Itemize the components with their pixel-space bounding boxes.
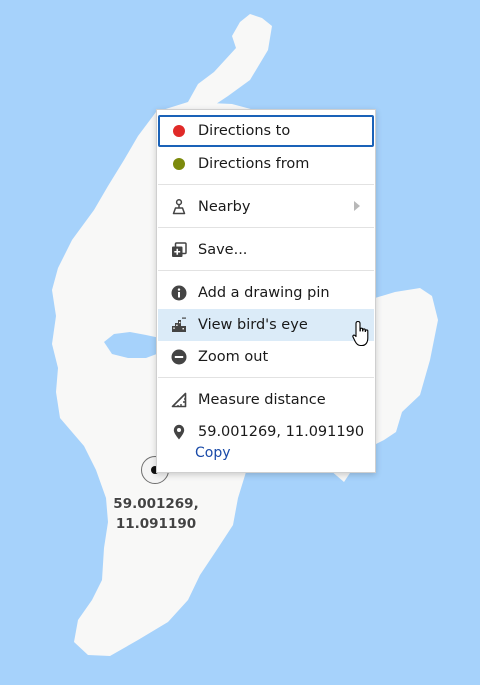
menu-divider <box>158 227 374 228</box>
menu-item-zoom-out[interactable]: Zoom out <box>158 341 374 373</box>
minus-circle-icon <box>171 349 187 365</box>
ruler-icon <box>171 392 187 408</box>
menu-item-view-birds-eye[interactable]: View bird's eye <box>158 309 374 341</box>
red-dot-icon <box>171 123 187 139</box>
add-collection-icon <box>171 242 187 258</box>
menu-item-label: Zoom out <box>198 349 269 365</box>
menu-item-directions-from[interactable]: Directions from <box>158 148 374 180</box>
menu-item-add-drawing-pin[interactable]: Add a drawing pin <box>158 277 374 309</box>
pin-coordinates-label: 59.001269, 11.091190 <box>100 494 212 534</box>
menu-item-label: Directions to <box>198 123 291 139</box>
menu-item-label: View bird's eye <box>198 317 308 333</box>
menu-item-nearby[interactable]: Nearby <box>158 191 374 223</box>
menu-item-label: Add a drawing pin <box>198 285 330 301</box>
pin-label-lon: 11.091190 <box>115 516 197 532</box>
hand-cursor-icon <box>352 320 369 347</box>
menu-item-coordinates: 59.001269, 11.091190 <box>158 416 374 448</box>
person-pin-icon <box>171 199 187 215</box>
menu-item-label: Save... <box>198 242 248 258</box>
coordinates-text: 59.001269, 11.091190 <box>198 424 365 440</box>
menu-item-label: Measure distance <box>198 392 326 408</box>
menu-divider <box>158 184 374 185</box>
location-pin-icon <box>171 424 187 440</box>
menu-divider <box>158 270 374 271</box>
info-icon <box>171 285 187 301</box>
chevron-right-icon <box>354 201 360 211</box>
map-context-menu: Directions to Directions from Nearby Sav… <box>156 109 376 473</box>
menu-divider <box>158 377 374 378</box>
menu-item-save[interactable]: Save... <box>158 234 374 266</box>
menu-item-measure-distance[interactable]: Measure distance <box>158 384 374 416</box>
copy-coordinates-link[interactable]: Copy <box>195 445 231 461</box>
pin-label-lat: 59.001269, <box>113 496 199 512</box>
menu-item-directions-to[interactable]: Directions to <box>158 115 374 147</box>
birds-eye-icon <box>171 317 187 333</box>
menu-item-label: Nearby <box>198 199 251 215</box>
menu-item-label: Directions from <box>198 156 310 172</box>
olive-dot-icon <box>171 156 187 172</box>
